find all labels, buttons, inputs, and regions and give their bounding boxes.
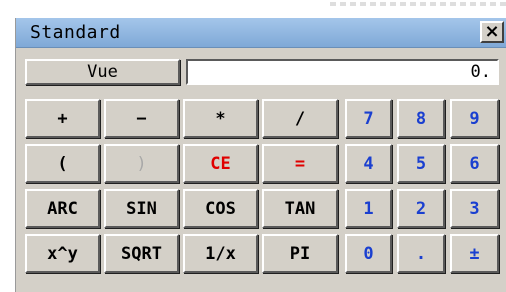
digit-7-button[interactable]: 7	[345, 99, 392, 138]
mode-button[interactable]: Vue	[25, 59, 180, 85]
close-paren-button[interactable]: )	[104, 144, 179, 183]
reciprocal-button[interactable]: 1/x	[183, 234, 258, 273]
power-button[interactable]: x^y	[25, 234, 100, 273]
digit-8-button[interactable]: 8	[397, 99, 445, 138]
cos-button[interactable]: COS	[183, 189, 258, 228]
digit-5-button[interactable]: 5	[397, 144, 445, 183]
decimal-point-button[interactable]: .	[397, 234, 445, 273]
divide-button[interactable]: /	[262, 99, 338, 138]
tan-button[interactable]: TAN	[262, 189, 338, 228]
arc-button[interactable]: ARC	[25, 189, 100, 228]
open-paren-button[interactable]: (	[25, 144, 100, 183]
sqrt-button[interactable]: SQRT	[104, 234, 179, 273]
window-title: Standard	[30, 22, 121, 43]
title-bar[interactable]: Standard ×	[16, 18, 506, 48]
sign-toggle-button[interactable]: ±	[450, 234, 499, 273]
digit-1-button[interactable]: 1	[345, 189, 392, 228]
multiply-button[interactable]: *	[183, 99, 258, 138]
result-display: 0.	[186, 59, 499, 85]
plus-button[interactable]: +	[25, 99, 100, 138]
pi-button[interactable]: PI	[262, 234, 338, 273]
digit-3-button[interactable]: 3	[450, 189, 499, 228]
digit-0-button[interactable]: 0	[345, 234, 392, 273]
clear-entry-button[interactable]: CE	[183, 144, 258, 183]
sin-button[interactable]: SIN	[104, 189, 179, 228]
calculator-window: Standard × Vue 0. + − * / 7 8 9 ( ) CE =…	[15, 18, 506, 292]
background-strip	[0, 0, 506, 18]
equals-button[interactable]: =	[262, 144, 338, 183]
background-fragment	[330, 2, 506, 6]
digit-6-button[interactable]: 6	[450, 144, 499, 183]
digit-4-button[interactable]: 4	[345, 144, 392, 183]
digit-2-button[interactable]: 2	[397, 189, 445, 228]
close-button[interactable]: ×	[480, 21, 504, 43]
digit-9-button[interactable]: 9	[450, 99, 499, 138]
minus-button[interactable]: −	[104, 99, 179, 138]
